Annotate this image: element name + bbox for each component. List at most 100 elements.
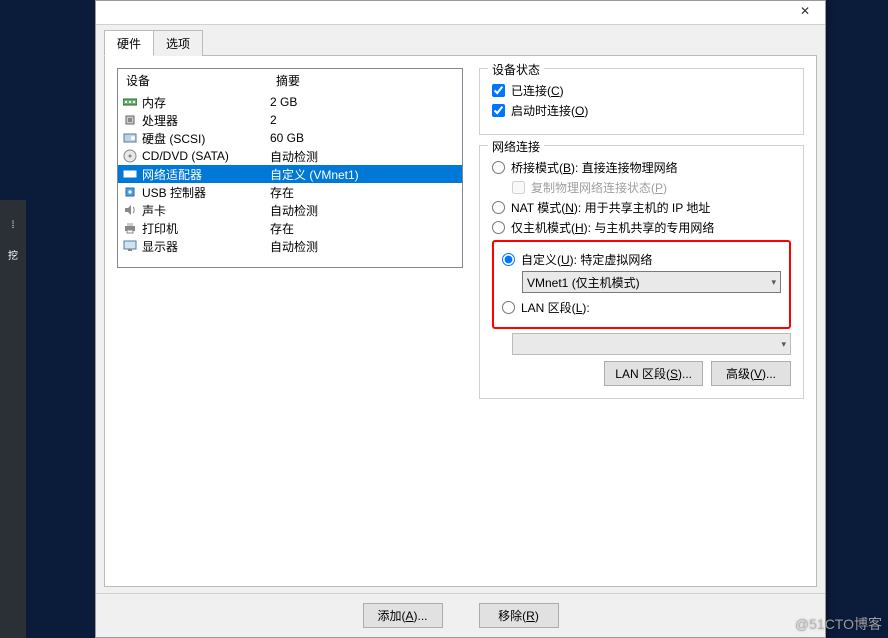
cpu-icon xyxy=(122,112,138,128)
btn-label: 高级(V)... xyxy=(726,367,776,381)
device-summary: 自动检测 xyxy=(268,148,458,165)
vmnet-value: VMnet1 (仅主机模式) xyxy=(527,274,640,291)
bridged-radio[interactable]: 桥接模式(B): 直接连接物理网络 xyxy=(492,159,791,176)
lan-segments-button[interactable]: LAN 区段(S)... xyxy=(604,361,703,386)
chevron-down-icon: ▾ xyxy=(771,277,776,288)
vmnet-dropdown[interactable]: VMnet1 (仅主机模式) ▾ xyxy=(522,271,781,293)
device-summary: 自定义 (VMnet1) xyxy=(268,166,458,183)
device-row-memory[interactable]: 内存 2 GB xyxy=(118,93,462,111)
device-row-network[interactable]: 网络适配器 自定义 (VMnet1) xyxy=(118,165,462,183)
cd-icon xyxy=(122,148,138,164)
left-pane: 设备 摘要 内存 2 GB 处理器 2 硬盘 (SCSI) 60 GB CD xyxy=(117,68,463,574)
chevron-down-icon: ▾ xyxy=(781,339,786,350)
device-row-display[interactable]: 显示器 自动检测 xyxy=(118,237,462,255)
close-button[interactable]: ✕ xyxy=(785,0,825,22)
btn-label: LAN 区段(S)... xyxy=(615,367,692,381)
connected-label: 已连接(C) xyxy=(511,82,564,99)
close-icon: ✕ xyxy=(800,4,810,18)
device-name: 显示器 xyxy=(142,238,178,255)
tab-strip: 硬件 选项 xyxy=(96,25,825,55)
printer-icon xyxy=(122,220,138,236)
bridged-input[interactable] xyxy=(492,161,505,174)
usb-icon xyxy=(122,184,138,200)
device-summary: 自动检测 xyxy=(268,202,458,219)
device-name: 内存 xyxy=(142,94,166,111)
device-name: CD/DVD (SATA) xyxy=(142,149,229,163)
group-title: 设备状态 xyxy=(488,61,544,78)
device-summary: 2 xyxy=(268,113,458,127)
tab-hardware[interactable]: 硬件 xyxy=(104,30,154,56)
highlighted-custom-section: 自定义(U): 特定虚拟网络 VMnet1 (仅主机模式) ▾ LAN 区段(L… xyxy=(492,240,791,329)
device-name: USB 控制器 xyxy=(142,184,206,201)
taskstrip-glyph: ⁞ xyxy=(12,220,15,231)
device-list-header: 设备 摘要 xyxy=(118,69,462,93)
device-summary: 60 GB xyxy=(268,131,458,145)
taskstrip-glyph: 挖 xyxy=(8,247,18,262)
nat-input[interactable] xyxy=(492,201,505,214)
group-button-row: LAN 区段(S)... 高级(V)... xyxy=(492,361,791,386)
device-name: 处理器 xyxy=(142,112,178,129)
hostonly-radio[interactable]: 仅主机模式(H): 与主机共享的专用网络 xyxy=(492,219,791,236)
replicate-state-checkbox[interactable]: 复制物理网络连接状态(P) xyxy=(512,179,791,196)
replicate-state-label: 复制物理网络连接状态(P) xyxy=(531,179,667,196)
hostonly-input[interactable] xyxy=(492,221,505,234)
memory-icon xyxy=(122,94,138,110)
lan-segment-radio[interactable]: LAN 区段(L): xyxy=(502,299,781,316)
connected-input[interactable] xyxy=(492,84,505,97)
device-name: 网络适配器 xyxy=(142,166,202,183)
dialog-footer: 添加(A)... 移除(R) xyxy=(96,593,825,637)
replicate-state-input[interactable] xyxy=(512,181,525,194)
tab-options[interactable]: 选项 xyxy=(153,30,203,56)
bridged-label: 桥接模式(B): 直接连接物理网络 xyxy=(511,159,678,176)
device-name: 硬盘 (SCSI) xyxy=(142,130,205,147)
lan-segment-label: LAN 区段(L): xyxy=(521,299,590,316)
disk-icon xyxy=(122,130,138,146)
add-button[interactable]: 添加(A)... xyxy=(363,603,443,628)
connect-on-boot-input[interactable] xyxy=(492,104,505,117)
desktop-taskstrip: ⁞ 挖 xyxy=(0,200,26,638)
sound-icon xyxy=(122,202,138,218)
device-name: 打印机 xyxy=(142,220,178,237)
custom-label: 自定义(U): 特定虚拟网络 xyxy=(521,251,652,268)
net-icon xyxy=(122,166,138,182)
device-summary: 存在 xyxy=(268,220,458,237)
advanced-button[interactable]: 高级(V)... xyxy=(711,361,791,386)
nat-radio[interactable]: NAT 模式(N): 用于共享主机的 IP 地址 xyxy=(492,199,791,216)
nat-label: NAT 模式(N): 用于共享主机的 IP 地址 xyxy=(511,199,710,216)
connect-on-boot-label: 启动时连接(O) xyxy=(511,102,588,119)
device-row-printer[interactable]: 打印机 存在 xyxy=(118,219,462,237)
device-summary: 自动检测 xyxy=(268,238,458,255)
lan-segment-input[interactable] xyxy=(502,301,515,314)
connected-checkbox[interactable]: 已连接(C) xyxy=(492,82,791,99)
display-icon xyxy=(122,238,138,254)
device-list[interactable]: 设备 摘要 内存 2 GB 处理器 2 硬盘 (SCSI) 60 GB CD xyxy=(117,68,463,268)
tab-body: 设备 摘要 内存 2 GB 处理器 2 硬盘 (SCSI) 60 GB CD xyxy=(104,55,817,587)
vm-settings-dialog: ✕ 硬件 选项 设备 摘要 内存 2 GB 处理器 xyxy=(95,0,826,638)
remove-button[interactable]: 移除(R) xyxy=(479,603,559,628)
btn-label: 移除(R) xyxy=(498,609,539,623)
titlebar: ✕ xyxy=(96,1,825,25)
group-title: 网络连接 xyxy=(488,138,544,155)
tab-label: 选项 xyxy=(166,37,190,51)
device-summary: 存在 xyxy=(268,184,458,201)
col-summary: 摘要 xyxy=(276,72,300,89)
device-summary: 2 GB xyxy=(268,95,458,109)
device-status-group: 设备状态 已连接(C) 启动时连接(O) xyxy=(479,68,804,135)
watermark: @51CTO博客 xyxy=(795,614,882,634)
connect-on-boot-checkbox[interactable]: 启动时连接(O) xyxy=(492,102,791,119)
device-name: 声卡 xyxy=(142,202,166,219)
custom-input[interactable] xyxy=(502,253,515,266)
tab-label: 硬件 xyxy=(117,37,141,51)
device-row-disk[interactable]: 硬盘 (SCSI) 60 GB xyxy=(118,129,462,147)
hostonly-label: 仅主机模式(H): 与主机共享的专用网络 xyxy=(511,219,714,236)
btn-label: 添加(A)... xyxy=(377,609,427,623)
device-row-cpu[interactable]: 处理器 2 xyxy=(118,111,462,129)
device-row-sound[interactable]: 声卡 自动检测 xyxy=(118,201,462,219)
device-row-usb[interactable]: USB 控制器 存在 xyxy=(118,183,462,201)
col-device: 设备 xyxy=(126,72,276,89)
network-connection-group: 网络连接 桥接模式(B): 直接连接物理网络 复制物理网络连接状态(P) NAT… xyxy=(479,145,804,399)
right-pane: 设备状态 已连接(C) 启动时连接(O) 网络连接 桥接模式(B): 直接连接物… xyxy=(479,68,804,574)
custom-radio[interactable]: 自定义(U): 特定虚拟网络 xyxy=(502,251,781,268)
lan-segment-dropdown[interactable]: ▾ xyxy=(512,333,791,355)
device-row-cd[interactable]: CD/DVD (SATA) 自动检测 xyxy=(118,147,462,165)
